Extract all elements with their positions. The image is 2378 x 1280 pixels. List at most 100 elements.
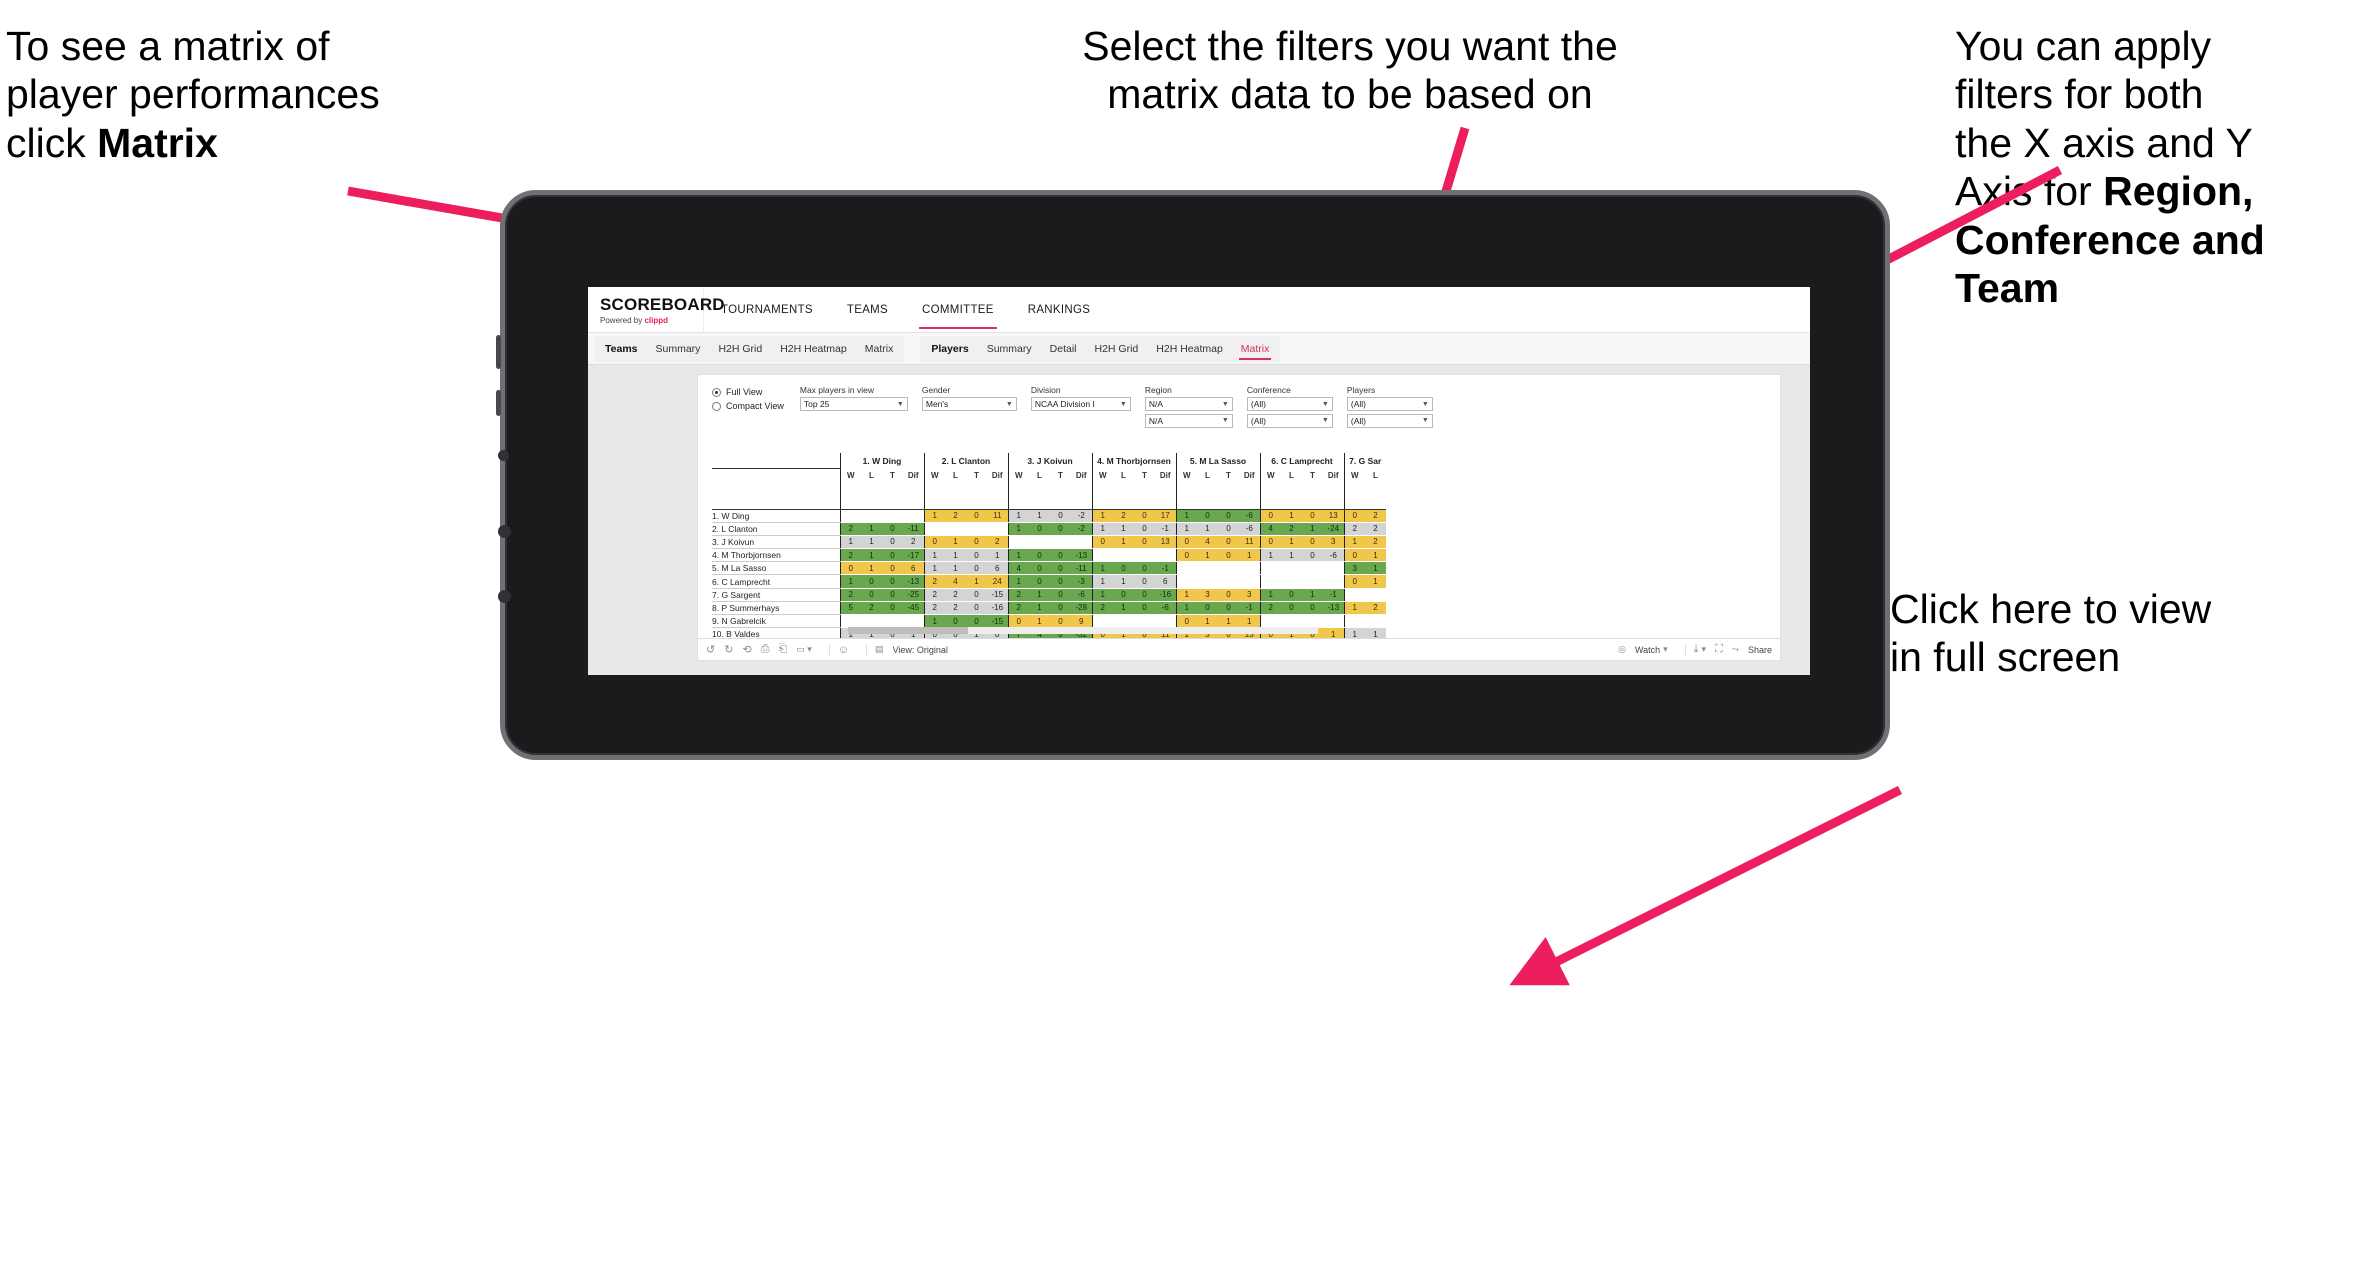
matrix-cell[interactable]: -1	[1155, 561, 1176, 576]
matrix-cell[interactable]	[1281, 614, 1302, 629]
matrix-cell[interactable]: 1	[1091, 561, 1113, 576]
subnav-teams-h2h-grid[interactable]: H2H Grid	[709, 336, 771, 362]
matrix-cell[interactable]: 1	[1029, 614, 1050, 629]
matrix-cell[interactable]: -24	[1323, 522, 1344, 536]
matrix-cell[interactable]: 1	[1239, 548, 1260, 563]
matrix-cell[interactable]: 9	[1071, 614, 1092, 629]
matrix-cell[interactable]: 1	[945, 561, 966, 576]
matrix-cell[interactable]: 1	[1197, 548, 1218, 563]
matrix-cell[interactable]: 1	[1302, 522, 1323, 536]
matrix-cell[interactable]: 0	[1029, 561, 1050, 576]
matrix-cell[interactable]: 0	[1050, 574, 1071, 589]
matrix-cell[interactable]: 0	[1007, 614, 1029, 629]
matrix-cell[interactable]: 13	[1155, 535, 1176, 550]
matrix-cell[interactable]: 1	[1365, 561, 1386, 576]
matrix-cell[interactable]: 1	[923, 509, 945, 523]
matrix-cell[interactable]: 1	[1007, 509, 1029, 523]
matrix-cell[interactable]: 0	[1113, 588, 1134, 602]
matrix-cell[interactable]: 0	[966, 601, 987, 616]
matrix-cell[interactable]: 1	[1113, 522, 1134, 536]
matrix-cell[interactable]	[1239, 561, 1260, 576]
matrix-cell[interactable]: 0	[1343, 509, 1365, 523]
matrix-cell[interactable]	[882, 509, 903, 523]
matrix-cell[interactable]: 2	[1343, 522, 1365, 536]
nav-tournaments[interactable]: TOURNAMENTS	[704, 287, 830, 332]
subnav-teams-matrix[interactable]: Matrix	[856, 336, 903, 362]
matrix-cell[interactable]: 2	[1365, 509, 1386, 523]
matrix-cell[interactable]: 3	[1343, 561, 1365, 576]
matrix-cell[interactable]: 2	[1007, 601, 1029, 616]
matrix-cell[interactable]: 0	[1050, 522, 1071, 536]
matrix-cell[interactable]: 1	[1281, 548, 1302, 563]
matrix-cell[interactable]	[1302, 574, 1323, 589]
matrix-cell[interactable]: 1	[1091, 509, 1113, 523]
nav-committee[interactable]: COMMITTEE	[905, 287, 1011, 332]
matrix-cell[interactable]	[1113, 548, 1134, 563]
matrix-cell[interactable]	[1175, 574, 1197, 589]
matrix-cell[interactable]: 0	[1218, 535, 1239, 550]
matrix-cell[interactable]	[1365, 588, 1386, 602]
matrix-cell[interactable]: 24	[987, 574, 1008, 589]
matrix-cell[interactable]: 2	[1365, 535, 1386, 550]
matrix-cell[interactable]: 1	[1259, 588, 1281, 602]
matrix-cell[interactable]: 4	[1259, 522, 1281, 536]
matrix-cell[interactable]: 0	[1175, 548, 1197, 563]
matrix-cell[interactable]: 0	[1050, 561, 1071, 576]
download-icon[interactable]: ⤓	[1694, 643, 1699, 656]
matrix-cell[interactable]: 2	[987, 535, 1008, 550]
matrix-cell[interactable]: 2	[923, 601, 945, 616]
matrix-cell[interactable]: 0	[1029, 522, 1050, 536]
matrix-cell[interactable]: -13	[1323, 601, 1344, 616]
subnav-players-detail[interactable]: Detail	[1041, 336, 1086, 362]
matrix-cell[interactable]: 2	[1259, 601, 1281, 616]
matrix-cell[interactable]: 1	[923, 561, 945, 576]
redo-icon[interactable]: ↻	[724, 643, 733, 656]
nav-rankings[interactable]: RANKINGS	[1011, 287, 1107, 332]
matrix-cell[interactable]: 2	[923, 588, 945, 602]
matrix-cell[interactable]: 0	[1218, 588, 1239, 602]
matrix-row[interactable]: 4. M Thorbjornsen 2 1 0 -17 1 1 0 1 1 0 0 -13 0 1 0 1 1 1 0…	[712, 548, 1386, 563]
matrix-cell[interactable]	[1239, 574, 1260, 589]
rectangle-select-icon[interactable]: ▭ ▾	[796, 644, 812, 655]
matrix-cell[interactable]: 4	[1197, 535, 1218, 550]
matrix-cell[interactable]: 0	[1218, 522, 1239, 536]
matrix-cell[interactable]: -15	[987, 614, 1008, 629]
matrix-cell[interactable]: 3	[1323, 535, 1344, 550]
matrix-cell[interactable]: 0	[1281, 588, 1302, 602]
matrix-cell[interactable]	[861, 614, 882, 629]
matrix-cell[interactable]: 2	[839, 522, 861, 536]
matrix-cell[interactable]: 0	[1218, 601, 1239, 616]
matrix-cell[interactable]: 0	[1302, 509, 1323, 523]
matrix-cell[interactable]	[1197, 561, 1218, 576]
matrix-cell[interactable]: 2	[1281, 522, 1302, 536]
matrix-cell[interactable]: 0	[1302, 535, 1323, 550]
matrix-cell[interactable]	[1155, 614, 1176, 629]
matrix-cell[interactable]: -16	[987, 601, 1008, 616]
matrix-cell[interactable]: 1	[1365, 548, 1386, 563]
matrix-cell[interactable]: 0	[923, 535, 945, 550]
matrix-cell[interactable]: -28	[1071, 601, 1092, 616]
matrix-cell[interactable]: 1	[1281, 535, 1302, 550]
matrix-cell[interactable]: 0	[1029, 548, 1050, 563]
subnav-players-summary[interactable]: Summary	[978, 336, 1041, 362]
matrix-cell[interactable]: 13	[1323, 509, 1344, 523]
matrix-cell[interactable]: 0	[1050, 601, 1071, 616]
matrix-cell[interactable]: 6	[903, 561, 924, 576]
matrix-cell[interactable]: -13	[903, 574, 924, 589]
matrix-cell[interactable]: 1	[861, 548, 882, 563]
matrix-cell[interactable]: 1	[1343, 535, 1365, 550]
matrix-cell[interactable]: -2	[1071, 522, 1092, 536]
matrix-cell[interactable]: 0	[1197, 601, 1218, 616]
matrix-cell[interactable]: 2	[945, 588, 966, 602]
matrix-cell[interactable]: 1	[861, 535, 882, 550]
matrix-cell[interactable]: 6	[987, 561, 1008, 576]
matrix-cell[interactable]	[1365, 614, 1386, 629]
matrix-cell[interactable]: 2	[1113, 509, 1134, 523]
matrix-cell[interactable]: 2	[903, 535, 924, 550]
share-label[interactable]: Share	[1748, 645, 1772, 655]
matrix-cell[interactable]	[1071, 535, 1092, 550]
matrix-cell[interactable]	[1029, 535, 1050, 550]
matrix-cell[interactable]: 0	[1050, 614, 1071, 629]
matrix-cell[interactable]: 0	[882, 561, 903, 576]
matrix-row[interactable]: 7. G Sargent 2 0 0 -25 2 2 0 -15 2 1 0 -6 1 0 0 -16 1 3 0 3 1…	[712, 588, 1386, 602]
